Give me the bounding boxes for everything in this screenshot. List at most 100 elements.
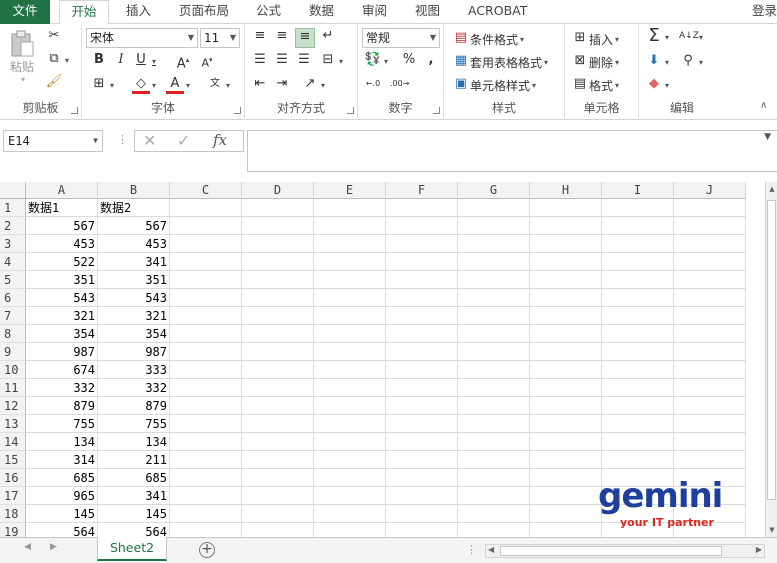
cell[interactable]: 674 [26, 361, 98, 379]
cell[interactable] [458, 253, 530, 271]
cell[interactable] [314, 343, 386, 361]
cell[interactable] [242, 199, 314, 217]
cell[interactable] [242, 361, 314, 379]
cell[interactable] [458, 271, 530, 289]
vertical-scroll-thumb[interactable] [767, 200, 776, 500]
cell[interactable] [674, 415, 746, 433]
cell[interactable] [602, 235, 674, 253]
cell[interactable] [170, 271, 242, 289]
cell[interactable] [242, 505, 314, 523]
cell[interactable] [242, 217, 314, 235]
cell[interactable] [386, 451, 458, 469]
cell[interactable] [530, 379, 602, 397]
next-sheet-icon[interactable]: ▶ [50, 542, 57, 552]
cell[interactable] [602, 415, 674, 433]
cell[interactable] [170, 289, 242, 307]
cell[interactable] [530, 343, 602, 361]
cell[interactable] [602, 289, 674, 307]
cell[interactable] [674, 199, 746, 217]
cell[interactable] [458, 487, 530, 505]
cell[interactable] [170, 325, 242, 343]
cell[interactable] [530, 523, 602, 537]
cell[interactable]: 453 [98, 235, 170, 253]
cell[interactable]: 879 [26, 397, 98, 415]
cell[interactable]: 145 [26, 505, 98, 523]
cell[interactable] [314, 199, 386, 217]
vertical-scrollbar[interactable]: ▲ ▼ [765, 182, 777, 537]
cell[interactable] [170, 487, 242, 505]
number-format-select[interactable]: 常规 ▼ [362, 28, 440, 48]
cell[interactable] [530, 217, 602, 235]
cell[interactable] [674, 451, 746, 469]
cell[interactable] [674, 271, 746, 289]
find-select-button[interactable]: ⚲ ▾ [679, 53, 703, 71]
font-size-select[interactable]: 11 ▼ [200, 28, 240, 48]
row-header[interactable]: 15 [0, 451, 26, 469]
cell[interactable] [602, 433, 674, 451]
cell[interactable]: 351 [98, 271, 170, 289]
cell[interactable] [458, 505, 530, 523]
cell[interactable]: 134 [98, 433, 170, 451]
cell[interactable]: 522 [26, 253, 98, 271]
cell[interactable] [314, 361, 386, 379]
cell[interactable]: 数据2 [98, 199, 170, 217]
row-header[interactable]: 6 [0, 289, 26, 307]
row-header[interactable]: 8 [0, 325, 26, 343]
cell[interactable]: 134 [26, 433, 98, 451]
cell[interactable] [530, 235, 602, 253]
tab-formulas[interactable]: 公式 [252, 0, 285, 24]
decrease-decimal-button[interactable]: .00→ [390, 76, 409, 94]
cell[interactable] [458, 433, 530, 451]
cell[interactable] [674, 361, 746, 379]
font-name-select[interactable]: 宋体 ▼ [86, 28, 198, 48]
cell[interactable] [530, 397, 602, 415]
cell[interactable] [674, 217, 746, 235]
row-header[interactable]: 9 [0, 343, 26, 361]
cell[interactable] [530, 289, 602, 307]
borders-button[interactable]: ⊞ ▾ [90, 76, 114, 94]
column-header[interactable]: G [458, 182, 530, 199]
cell[interactable]: 987 [26, 343, 98, 361]
cell[interactable] [386, 415, 458, 433]
delete-cells-button[interactable]: ⊠ 删除 ▾ [571, 53, 619, 71]
row-header[interactable]: 18 [0, 505, 26, 523]
cell[interactable] [170, 343, 242, 361]
cell[interactable]: 145 [98, 505, 170, 523]
row-header[interactable]: 14 [0, 433, 26, 451]
cell[interactable]: 333 [98, 361, 170, 379]
cell[interactable] [458, 199, 530, 217]
cell[interactable] [602, 379, 674, 397]
scroll-down-icon[interactable]: ▼ [766, 523, 777, 537]
cell[interactable] [458, 235, 530, 253]
cell[interactable] [530, 469, 602, 487]
cell[interactable]: 755 [98, 415, 170, 433]
cell[interactable] [242, 415, 314, 433]
sheet-tab-sheet2[interactable]: Sheet2 [97, 537, 167, 561]
cell[interactable]: 332 [98, 379, 170, 397]
cell[interactable] [314, 253, 386, 271]
cell[interactable]: 341 [98, 487, 170, 505]
cell[interactable] [170, 523, 242, 537]
cell[interactable] [314, 217, 386, 235]
cell[interactable]: 567 [26, 217, 98, 235]
align-center-button[interactable]: ☰ [273, 52, 291, 70]
cell[interactable]: 755 [26, 415, 98, 433]
cell[interactable] [674, 307, 746, 325]
cell[interactable] [602, 253, 674, 271]
cell[interactable]: 567 [98, 217, 170, 235]
paste-button[interactable]: 粘贴 ▾ [6, 30, 38, 84]
cell[interactable] [386, 487, 458, 505]
increase-indent-button[interactable]: ⇥ [273, 76, 291, 94]
cell[interactable] [242, 523, 314, 537]
cancel-icon[interactable]: ✕ [143, 131, 156, 150]
cell[interactable] [674, 433, 746, 451]
cell[interactable] [602, 271, 674, 289]
alignment-launcher-icon[interactable] [347, 107, 354, 114]
row-header[interactable]: 19 [0, 523, 26, 537]
tab-home[interactable]: 开始 [59, 0, 109, 25]
cell[interactable] [242, 469, 314, 487]
cell[interactable] [674, 397, 746, 415]
increase-decimal-button[interactable]: ←.0 [364, 76, 382, 94]
cell[interactable] [242, 343, 314, 361]
cell[interactable] [314, 307, 386, 325]
